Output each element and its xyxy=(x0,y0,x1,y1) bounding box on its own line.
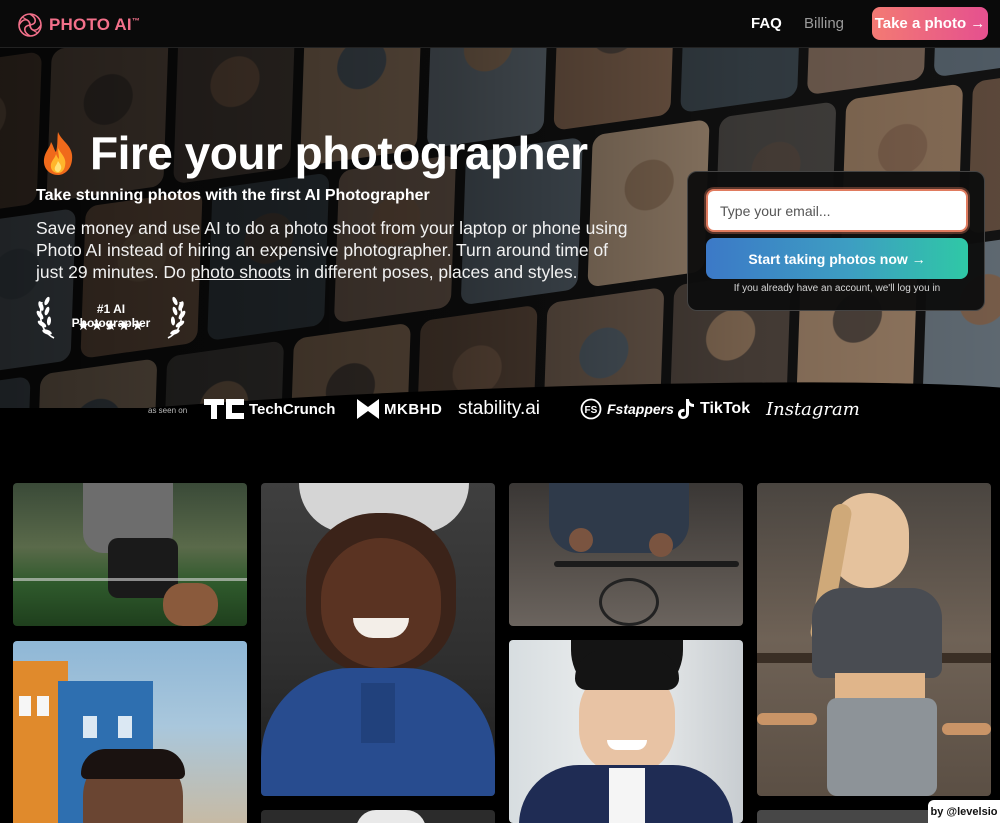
tiktok-label: TikTok xyxy=(700,400,751,417)
laurel-right-icon xyxy=(167,296,186,339)
photo-gallery xyxy=(0,475,1000,823)
start-taking-photos-button[interactable]: Start taking photos now → xyxy=(706,238,968,279)
login-note: If you already have an account, we'll lo… xyxy=(733,283,941,294)
mkbhd-label: MKBHD xyxy=(384,400,443,418)
top-nav: PHOTO AI™ FAQ Billing Take a photo → xyxy=(0,0,1000,48)
award-badge: #1 AI Photographer ★★★★★ xyxy=(36,290,186,342)
gallery-photo-fitness-woman xyxy=(757,483,991,796)
fire-icon xyxy=(43,132,73,175)
star-rating: ★★★★★ xyxy=(77,317,145,333)
nav-link-billing[interactable]: Billing xyxy=(804,15,844,32)
stability-label: stability.ai xyxy=(458,398,541,419)
gallery-photo-runner xyxy=(13,483,247,626)
techcrunch-label: TechCrunch xyxy=(249,400,336,418)
signup-card: Start taking photos now → If you already… xyxy=(687,171,985,311)
gallery-photo-smiling-girl xyxy=(261,483,495,796)
press-logo-instagram: Instagram xyxy=(766,396,860,422)
logo-swirl-icon xyxy=(18,13,42,37)
press-logo-stability: stability.ai xyxy=(458,396,540,422)
techcrunch-icon xyxy=(204,399,244,419)
logo[interactable]: PHOTO AI™ xyxy=(17,12,140,38)
svg-text:FS: FS xyxy=(585,405,598,416)
email-input[interactable] xyxy=(706,189,968,232)
photo-shoots-link[interactable]: photo shoots xyxy=(191,262,291,282)
tiktok-icon xyxy=(678,399,694,419)
creator-credit[interactable]: by @levelsio xyxy=(928,800,1000,823)
hero-description: Save money and use AI to do a photo shoo… xyxy=(36,218,628,282)
as-seen-on-label: as seen on xyxy=(148,406,188,415)
mkbhd-icon xyxy=(357,399,379,419)
headline-text: Fire your photographer xyxy=(90,127,588,179)
gallery-photo-partial xyxy=(261,810,495,823)
gallery-photo-man-suit xyxy=(509,640,743,823)
press-logo-techcrunch: TechCrunch xyxy=(204,396,335,422)
nav-link-faq[interactable]: FAQ xyxy=(751,15,782,32)
fstoppers-icon: FS xyxy=(580,398,602,420)
gallery-photo-cyclist xyxy=(509,483,743,626)
page-title: Fire your photographer xyxy=(36,128,588,178)
take-a-photo-button[interactable]: Take a photo → xyxy=(872,7,988,40)
press-logo-tiktok: TikTok xyxy=(677,396,750,422)
press-logo-mkbhd: MKBHD xyxy=(357,396,442,422)
fstoppers-label: Fstappers xyxy=(607,401,674,417)
gallery-photo-man-street xyxy=(13,641,247,823)
logo-text: PHOTO AI™ xyxy=(49,15,141,34)
press-logo-fstoppers: FS Fstappers xyxy=(580,396,674,422)
hero-subheading: Take stunning photos with the first AI P… xyxy=(36,187,430,204)
instagram-label: Instagram xyxy=(766,398,860,420)
